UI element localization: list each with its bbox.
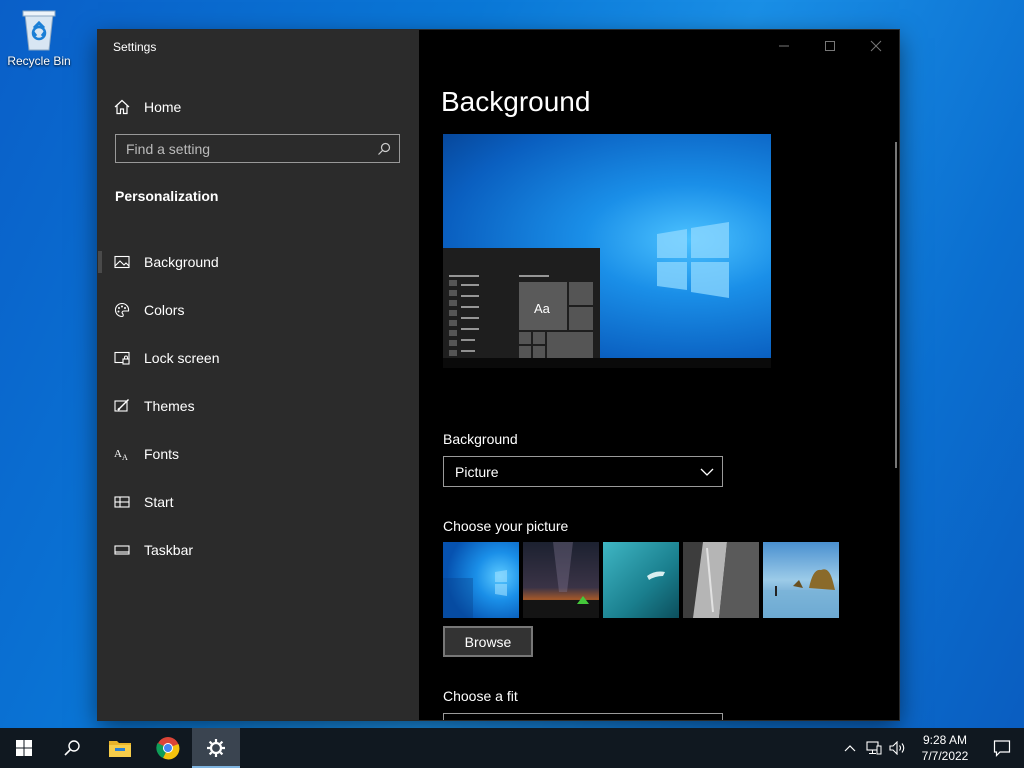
scrollbar[interactable]	[895, 142, 897, 468]
clock-time: 9:28 AM	[922, 733, 968, 747]
taskbar-chrome[interactable]	[144, 728, 192, 768]
search-icon[interactable]	[377, 142, 391, 156]
thumbnail-beach-rocks[interactable]	[763, 542, 839, 618]
sidebar-item-label: Background	[144, 254, 219, 270]
settings-icon	[207, 739, 225, 757]
background-type-label: Background	[443, 431, 518, 447]
background-type-value: Picture	[455, 463, 499, 480]
recycle-bin-icon	[19, 8, 59, 52]
network-icon	[866, 741, 882, 755]
chevron-down-icon	[700, 468, 714, 476]
sidebar-item-label: Fonts	[144, 446, 180, 462]
sidebar-item-label: Start	[144, 494, 174, 510]
preview-sample-text: Aa	[534, 301, 550, 316]
page-title: Background	[441, 86, 591, 117]
picture-thumbnails	[443, 542, 839, 618]
clock-date: 7/7/2022	[921, 749, 969, 763]
search-icon	[64, 740, 80, 756]
thumbnail-underwater-swimmer[interactable]	[603, 542, 679, 618]
fit-dropdown[interactable]	[443, 713, 723, 720]
palette-icon	[114, 302, 130, 318]
system-tray: 9:28 AM 7/7/2022	[838, 728, 1024, 768]
nav-list: Background Colors Lock screen Themes AA …	[98, 238, 419, 574]
browse-button[interactable]: Browse	[443, 626, 533, 657]
taskbar-settings[interactable]	[192, 728, 240, 768]
file-explorer-icon	[109, 741, 131, 757]
thumbnail-night-sky-tent[interactable]	[523, 542, 599, 618]
choose-fit-label: Choose a fit	[443, 688, 518, 704]
home-icon	[114, 99, 130, 115]
chrome-icon	[156, 737, 180, 760]
taskbar: 9:28 AM 7/7/2022	[0, 728, 1024, 768]
notification-icon	[993, 740, 1011, 757]
background-preview: Aa	[443, 134, 771, 368]
taskbar-search-button[interactable]	[48, 728, 96, 768]
volume-button[interactable]	[886, 728, 910, 768]
network-button[interactable]	[862, 728, 886, 768]
sidebar-item-themes[interactable]: Themes	[98, 382, 419, 430]
fonts-icon: AA	[114, 448, 128, 462]
picture-icon	[114, 255, 130, 269]
content-pane: Background Aa Background Picture Choose …	[419, 30, 899, 720]
sidebar-item-label: Colors	[144, 302, 185, 318]
sidebar-item-colors[interactable]: Colors	[98, 286, 419, 334]
speaker-icon	[889, 741, 905, 755]
sidebar-item-fonts[interactable]: AA Fonts	[98, 430, 419, 478]
thumbnail-windows-blue[interactable]	[443, 542, 519, 618]
recycle-bin-label: Recycle Bin	[7, 54, 71, 68]
sidebar-item-label: Lock screen	[144, 350, 220, 366]
settings-window: Settings Home Personalization Background…	[98, 30, 899, 720]
section-title: Personalization	[115, 188, 219, 204]
sidebar-item-lock-screen[interactable]: Lock screen	[98, 334, 419, 382]
preview-taskbar	[443, 358, 771, 368]
search-box[interactable]	[115, 134, 400, 163]
thumbnail-rock-cliff[interactable]	[683, 542, 759, 618]
windows-start-icon	[16, 740, 32, 756]
sidebar-item-label: Taskbar	[144, 542, 194, 558]
choose-picture-label: Choose your picture	[443, 518, 569, 534]
preview-start-menu: Aa	[443, 248, 600, 368]
sidebar-item-background[interactable]: Background	[98, 238, 419, 286]
search-input[interactable]	[126, 140, 356, 157]
taskbar-file-explorer[interactable]	[96, 728, 144, 768]
action-center-button[interactable]	[980, 728, 1024, 768]
home-label: Home	[144, 99, 182, 115]
lock-screen-icon	[114, 351, 130, 365]
window-title: Settings	[113, 40, 157, 54]
show-hidden-icons-button[interactable]	[838, 728, 862, 768]
chevron-up-icon	[844, 745, 856, 752]
start-icon	[114, 496, 130, 508]
svg-text:A: A	[114, 448, 122, 460]
sidebar-item-taskbar[interactable]: Taskbar	[98, 526, 419, 574]
sidebar-item-label: Themes	[144, 398, 195, 414]
taskbar-clock[interactable]: 9:28 AM 7/7/2022	[910, 732, 980, 764]
taskbar-icon	[114, 545, 130, 555]
windows-logo-image	[657, 222, 729, 298]
svg-text:A: A	[122, 453, 128, 462]
nav-home[interactable]: Home	[114, 94, 181, 120]
sidebar-item-start[interactable]: Start	[98, 478, 419, 526]
themes-icon	[114, 399, 129, 412]
start-button[interactable]	[0, 728, 48, 768]
sidebar: Settings Home Personalization Background…	[98, 30, 419, 720]
recycle-bin-shortcut[interactable]: Recycle Bin	[6, 8, 72, 68]
background-type-dropdown[interactable]: Picture	[443, 456, 723, 487]
